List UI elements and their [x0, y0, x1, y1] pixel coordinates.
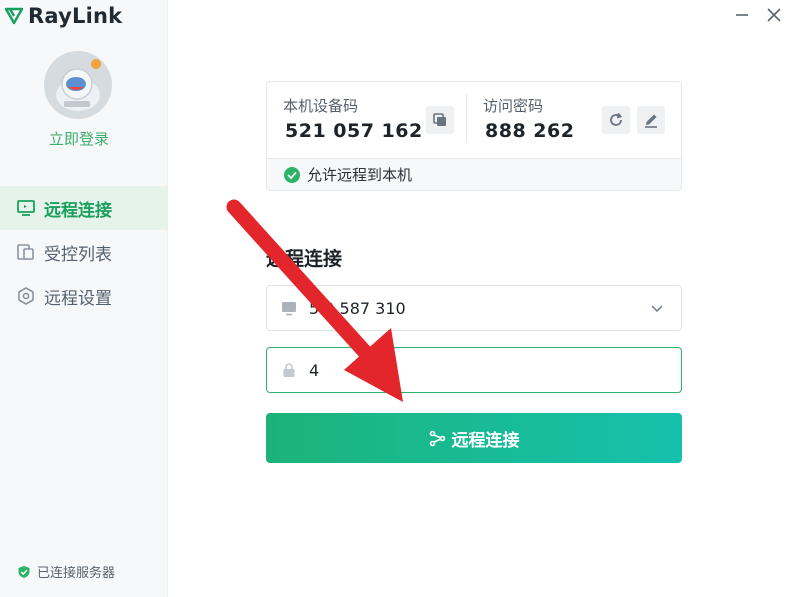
- copy-icon: [433, 113, 446, 126]
- password-value: 888 262: [485, 120, 575, 142]
- chevron-down-icon[interactable]: [649, 300, 665, 316]
- device-info-card: 本机设备码 521 057 162 访问密码 888 262 允许远程到本机: [266, 81, 682, 191]
- sidebar-item-label: 远程连接: [44, 200, 112, 221]
- refresh-icon: [610, 112, 623, 126]
- check-circle-icon: [284, 166, 300, 183]
- sidebar-item-label: 受控列表: [44, 244, 112, 265]
- remote-connect-title: 远程连接: [266, 248, 343, 270]
- device-id-input[interactable]: [309, 298, 639, 318]
- raylink-logo: RayLink: [4, 4, 122, 28]
- sidebar: RayLink 立即登录 远程连接 受控列表 远程设置 已连接服务器: [0, 0, 168, 597]
- password-label: 访问密码: [483, 97, 544, 115]
- allow-remote-label: 允许远程到本机: [307, 166, 413, 184]
- allow-remote-toggle[interactable]: 允许远程到本机: [267, 158, 681, 190]
- avatar[interactable]: [44, 51, 112, 119]
- close-icon[interactable]: [763, 4, 785, 26]
- login-link[interactable]: 立即登录: [0, 128, 158, 149]
- server-status-text: 已连接服务器: [37, 566, 116, 581]
- card-divider: [466, 94, 467, 142]
- monitor-icon: [17, 200, 35, 216]
- sidebar-item-remote-settings[interactable]: 远程设置: [0, 274, 168, 318]
- password-input[interactable]: [309, 360, 639, 380]
- minimize-icon[interactable]: [731, 4, 753, 26]
- astronaut-avatar-icon: [44, 51, 112, 119]
- copy-device-code-button[interactable]: [426, 106, 454, 134]
- pencil-icon: [645, 114, 657, 128]
- connect-nodes-icon: [429, 430, 445, 446]
- remote-connect-button-label: 远程连接: [451, 430, 520, 450]
- sidebar-item-label: 远程设置: [44, 288, 112, 309]
- refresh-password-button[interactable]: [602, 106, 630, 134]
- app-name: RayLink: [28, 4, 123, 28]
- device-id-field[interactable]: [266, 285, 682, 331]
- shield-check-icon: [18, 565, 30, 578]
- password-field[interactable]: [266, 347, 682, 393]
- edit-password-button[interactable]: [637, 106, 665, 134]
- devices-icon: [17, 244, 34, 260]
- raylink-logo-icon: [4, 7, 24, 25]
- sidebar-item-remote-connect[interactable]: 远程连接: [0, 186, 168, 230]
- device-code-value: 521 057 162: [285, 120, 423, 142]
- device-code-label: 本机设备码: [283, 97, 359, 115]
- lock-icon: [283, 363, 295, 377]
- settings-hex-icon: [18, 287, 34, 305]
- remote-connect-button[interactable]: 远程连接: [266, 413, 682, 463]
- monitor-small-icon: [282, 302, 296, 316]
- server-status: 已连接服务器: [17, 562, 115, 581]
- sidebar-item-controlled-list[interactable]: 受控列表: [0, 230, 168, 274]
